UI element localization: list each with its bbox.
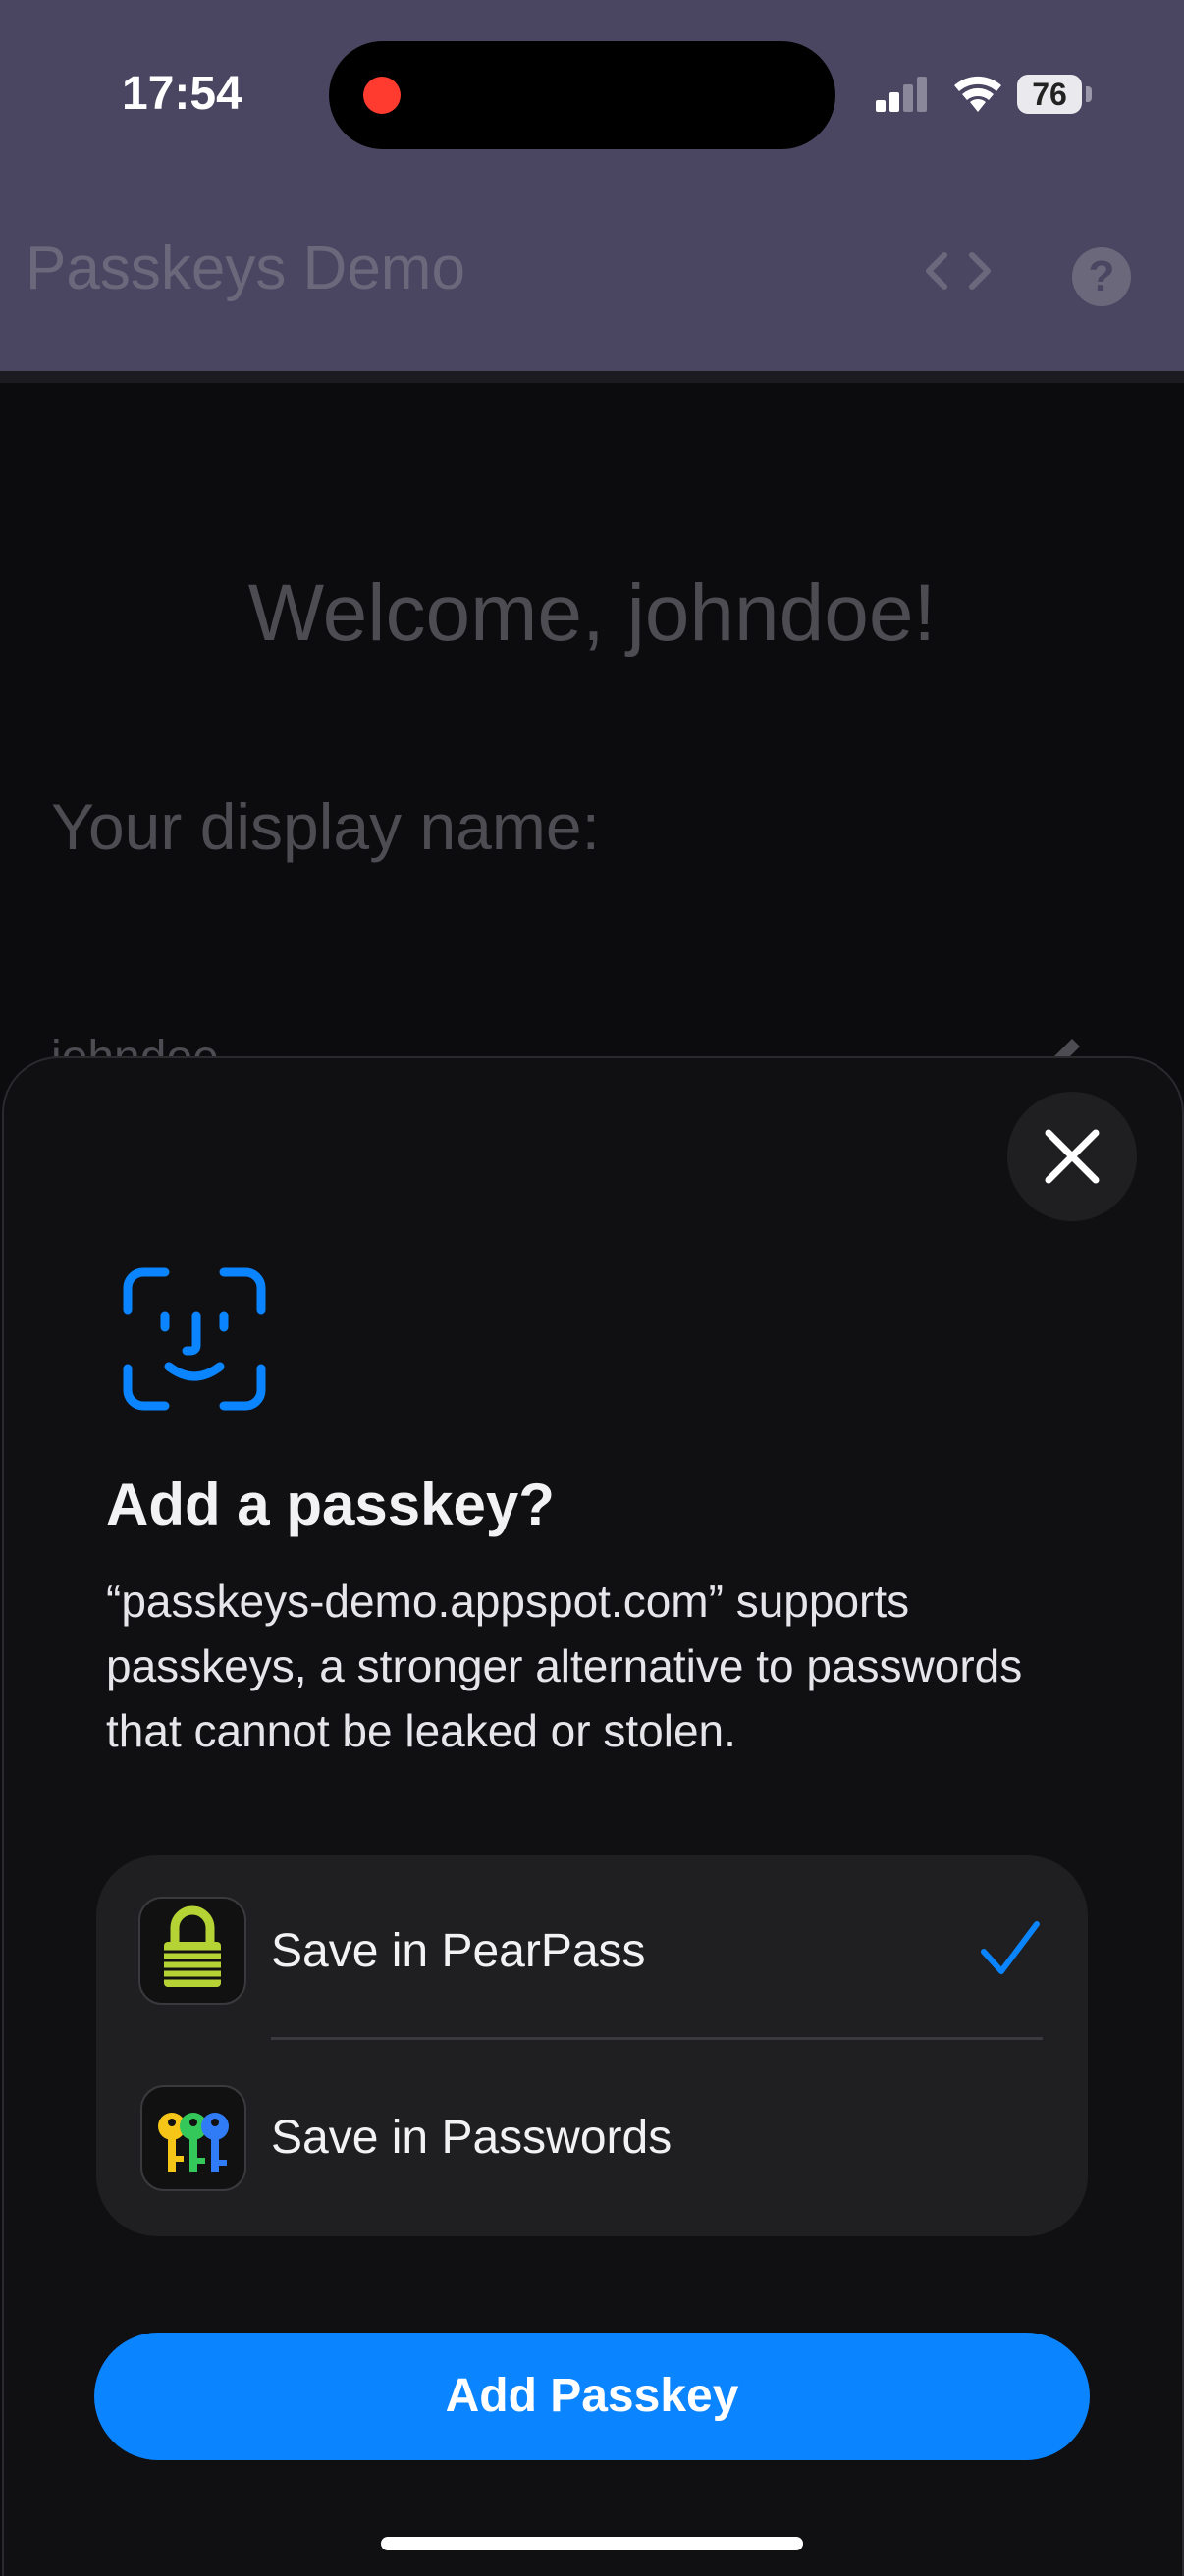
status-icons: 76 [874, 69, 1100, 124]
display-name-label: Your display name: [51, 790, 600, 863]
wifi-icon [954, 76, 1001, 112]
close-button[interactable] [1007, 1092, 1137, 1221]
help-circle-icon[interactable]: ? [1072, 247, 1131, 306]
home-indicator[interactable] [381, 2537, 803, 2550]
option-passwords-label: Save in Passwords [271, 2112, 673, 2164]
close-icon [1045, 1129, 1100, 1184]
pearpass-lock-graphic [164, 1905, 221, 1987]
sheet-description: “passkeys-demo.appspot.com” supports pas… [106, 1576, 1023, 1756]
code-brackets-icon[interactable] [923, 243, 994, 298]
battery-cap [1086, 86, 1092, 102]
options-divider [271, 2037, 1043, 2040]
pearpass-lock-icon [138, 1897, 246, 2005]
option-pearpass-label: Save in PearPass [271, 1925, 646, 1977]
sheet-title: Add a passkey? [106, 1472, 555, 1537]
app-bar-divider [0, 371, 1184, 383]
welcome-heading: Welcome, johndoe! [247, 568, 937, 658]
passwords-keys-icon [140, 2085, 246, 2191]
checkmark-icon [981, 1921, 1040, 1974]
battery-icon: 76 [1017, 75, 1082, 114]
add-passkey-button[interactable]: Add Passkey [94, 2333, 1090, 2460]
dynamic-island [329, 41, 835, 149]
app-title: Passkeys Demo [26, 235, 465, 302]
face-id-icon [123, 1267, 266, 1411]
passwords-keys-graphic [158, 2113, 229, 2172]
cellular-signal-icon [876, 77, 927, 112]
status-time: 17:54 [122, 68, 242, 120]
recording-indicator-icon [363, 77, 401, 114]
